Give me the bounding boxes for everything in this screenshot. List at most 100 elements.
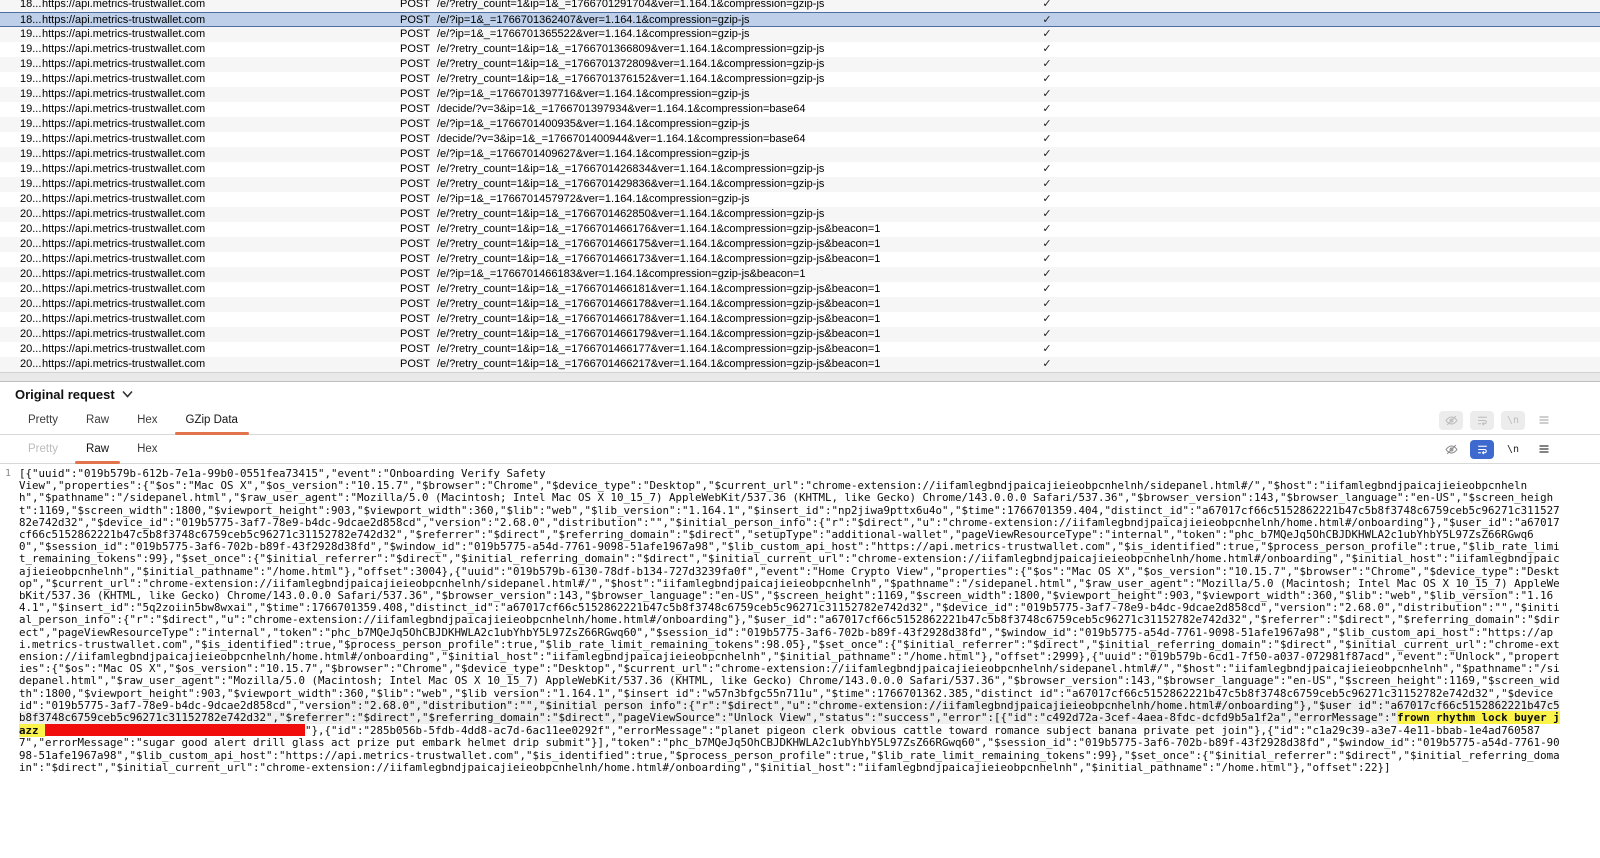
row-method: POST — [400, 357, 437, 372]
row-method: POST — [400, 147, 437, 162]
table-row[interactable]: 19...https://api.metrics-trustwallet.com… — [0, 147, 1600, 162]
row-url: https://api.metrics-trustwallet.com — [42, 327, 400, 342]
row-filler — [1059, 42, 1600, 57]
row-filler — [1059, 87, 1600, 102]
table-row[interactable]: 19...https://api.metrics-trustwallet.com… — [0, 72, 1600, 87]
row-id: 19... — [0, 177, 42, 192]
tab-pretty[interactable]: Pretty — [14, 406, 72, 434]
row-path: /e/?retry_count=1&ip=1&_=1766701466175&v… — [437, 237, 1035, 252]
row-id: 18... — [0, 0, 42, 12]
table-row[interactable]: 20...https://api.metrics-trustwallet.com… — [0, 252, 1600, 267]
row-url: https://api.metrics-trustwallet.com — [42, 357, 400, 372]
request-viewer-header[interactable]: Original request — [0, 382, 1600, 406]
table-row[interactable]: 20...https://api.metrics-trustwallet.com… — [0, 207, 1600, 222]
tab-gzip-data[interactable]: GZip Data — [172, 406, 252, 434]
panel-title: Original request — [15, 387, 115, 402]
table-row[interactable]: 20...https://api.metrics-trustwallet.com… — [0, 297, 1600, 312]
row-method: POST — [400, 102, 437, 117]
table-row[interactable]: 19...https://api.metrics-trustwallet.com… — [0, 177, 1600, 192]
table-row[interactable]: 19...https://api.metrics-trustwallet.com… — [0, 87, 1600, 102]
row-url: https://api.metrics-trustwallet.com — [42, 252, 400, 267]
redacted-block — [45, 724, 305, 736]
table-row[interactable]: 18...https://api.metrics-trustwallet.com… — [0, 12, 1600, 27]
row-url: https://api.metrics-trustwallet.com — [42, 162, 400, 177]
row-filler — [1059, 327, 1600, 342]
table-row[interactable]: 20...https://api.metrics-trustwallet.com… — [0, 342, 1600, 357]
row-url: https://api.metrics-trustwallet.com — [42, 297, 400, 312]
row-url: https://api.metrics-trustwallet.com — [42, 237, 400, 252]
table-row[interactable]: 18...https://api.metrics-trustwallet.com… — [0, 0, 1600, 12]
table-row[interactable]: 19...https://api.metrics-trustwallet.com… — [0, 42, 1600, 57]
table-row[interactable]: 20...https://api.metrics-trustwallet.com… — [0, 222, 1600, 237]
row-filler — [1059, 252, 1600, 267]
check-icon: ✓ — [1035, 72, 1059, 87]
row-filler — [1059, 0, 1600, 12]
check-icon: ✓ — [1035, 87, 1059, 102]
row-url: https://api.metrics-trustwallet.com — [42, 87, 400, 102]
check-icon: ✓ — [1035, 222, 1059, 237]
tab-hex[interactable]: Hex — [123, 406, 171, 434]
row-url: https://api.metrics-trustwallet.com — [42, 72, 400, 87]
check-icon: ✓ — [1035, 13, 1059, 28]
tab-raw[interactable]: Raw — [72, 435, 123, 463]
tab-raw[interactable]: Raw — [72, 406, 123, 434]
table-row[interactable]: 20...https://api.metrics-trustwallet.com… — [0, 237, 1600, 252]
row-filler — [1059, 13, 1600, 28]
wrap-lines-icon[interactable] — [1470, 411, 1494, 430]
menu-icon[interactable] — [1532, 411, 1556, 430]
panel-splitter[interactable] — [0, 372, 1600, 382]
check-icon: ✓ — [1035, 0, 1059, 12]
row-method: POST — [400, 27, 437, 42]
row-id: 20... — [0, 192, 42, 207]
menu-icon[interactable] — [1532, 440, 1556, 459]
row-filler — [1059, 267, 1600, 282]
tab-hex[interactable]: Hex — [123, 435, 171, 463]
row-path: /e/?retry_count=1&ip=1&_=1766701466179&v… — [437, 327, 1035, 342]
row-method: POST — [400, 117, 437, 132]
table-row[interactable]: 19...https://api.metrics-trustwallet.com… — [0, 162, 1600, 177]
row-filler — [1059, 357, 1600, 372]
newline-toggle-icon[interactable]: \n — [1501, 440, 1525, 459]
table-row[interactable]: 19...https://api.metrics-trustwallet.com… — [0, 117, 1600, 132]
row-filler — [1059, 207, 1600, 222]
row-id: 20... — [0, 357, 42, 372]
row-path: /e/?retry_count=1&ip=1&_=1766701366809&v… — [437, 42, 1035, 57]
editor-icon-toolbar: \n — [1439, 406, 1556, 434]
row-path: /e/?retry_count=1&ip=1&_=1766701466176&v… — [437, 222, 1035, 237]
table-row[interactable]: 20...https://api.metrics-trustwallet.com… — [0, 312, 1600, 327]
chevron-down-icon[interactable] — [122, 390, 133, 398]
row-path: /e/?retry_count=1&ip=1&_=1766701466173&v… — [437, 252, 1035, 267]
burp-proxy-window: 18...https://api.metrics-trustwallet.com… — [0, 0, 1600, 858]
row-filler — [1059, 72, 1600, 87]
row-url: https://api.metrics-trustwallet.com — [42, 0, 400, 12]
inner-tab-bar: PrettyRawHex \n — [0, 435, 1600, 464]
row-url: https://api.metrics-trustwallet.com — [42, 207, 400, 222]
row-filler — [1059, 177, 1600, 192]
row-url: https://api.metrics-trustwallet.com — [42, 282, 400, 297]
eye-off-icon[interactable] — [1439, 440, 1463, 459]
table-row[interactable]: 19...https://api.metrics-trustwallet.com… — [0, 102, 1600, 117]
row-path: /e/?retry_count=1&ip=1&_=1766701466181&v… — [437, 282, 1035, 297]
table-row[interactable]: 19...https://api.metrics-trustwallet.com… — [0, 57, 1600, 72]
row-filler — [1059, 342, 1600, 357]
eye-off-icon[interactable] — [1439, 411, 1463, 430]
table-row[interactable]: 19...https://api.metrics-trustwallet.com… — [0, 132, 1600, 147]
table-row[interactable]: 20...https://api.metrics-trustwallet.com… — [0, 282, 1600, 297]
table-row[interactable]: 20...https://api.metrics-trustwallet.com… — [0, 192, 1600, 207]
newline-toggle-icon[interactable]: \n — [1501, 411, 1525, 430]
table-row[interactable]: 20...https://api.metrics-trustwallet.com… — [0, 357, 1600, 372]
row-path: /e/?ip=1&_=1766701457972&ver=1.164.1&com… — [437, 192, 1035, 207]
row-method: POST — [400, 252, 437, 267]
row-id: 19... — [0, 87, 42, 102]
raw-editor[interactable]: 1 [{"uuid":"019b579b-612b-7e1a-99b0-0551… — [0, 464, 1600, 858]
table-row[interactable]: 19...https://api.metrics-trustwallet.com… — [0, 27, 1600, 42]
row-id: 19... — [0, 147, 42, 162]
table-row[interactable]: 20...https://api.metrics-trustwallet.com… — [0, 267, 1600, 282]
check-icon: ✓ — [1035, 102, 1059, 117]
row-path: /e/?ip=1&_=1766701466183&ver=1.164.1&com… — [437, 267, 1035, 282]
wrap-lines-icon[interactable] — [1470, 440, 1494, 459]
tab-pretty[interactable]: Pretty — [14, 435, 72, 463]
row-path: /e/?ip=1&_=1766701362407&ver=1.164.1&com… — [437, 13, 1035, 28]
row-method: POST — [400, 162, 437, 177]
table-row[interactable]: 20...https://api.metrics-trustwallet.com… — [0, 327, 1600, 342]
